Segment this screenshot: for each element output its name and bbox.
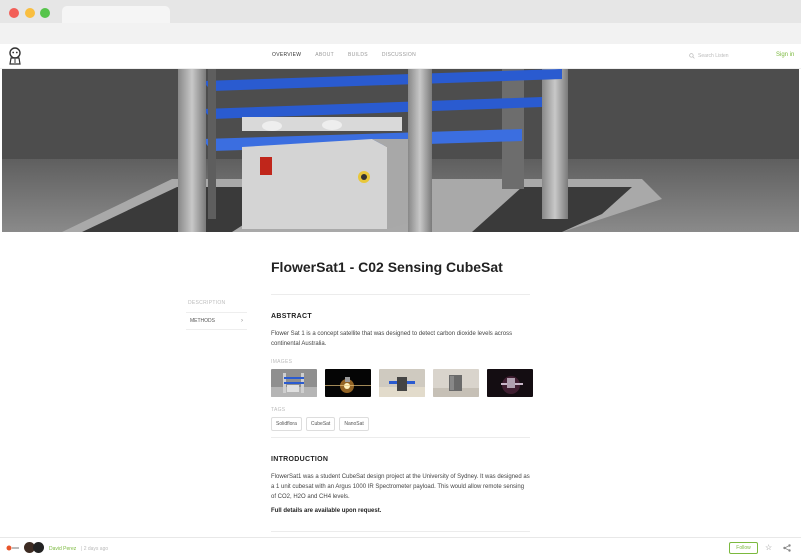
post-time: | 2 days ago xyxy=(81,546,109,552)
nav-about[interactable]: About xyxy=(315,52,334,58)
tag-list: Solidflora CubeSat NanoSat xyxy=(271,417,369,431)
divider xyxy=(271,437,530,438)
tag-solidflora[interactable]: Solidflora xyxy=(271,417,302,431)
gallery-thumbnail[interactable] xyxy=(271,369,317,397)
sign-in-link[interactable]: Sign in xyxy=(776,52,794,58)
avatar[interactable] xyxy=(33,542,44,553)
browser-chrome xyxy=(0,0,801,44)
cubesat-render-illustration xyxy=(2,69,799,232)
details-note: Full details are available upon request. xyxy=(271,508,382,514)
sidebar-heading[interactable]: Description xyxy=(188,300,225,306)
gallery-thumbnail[interactable] xyxy=(487,369,533,397)
brand-logo-icon xyxy=(6,545,19,551)
browser-toolbar xyxy=(0,23,801,44)
abstract-text: Flower Sat 1 is a concept satellite that… xyxy=(271,331,513,347)
share-icon[interactable] xyxy=(783,544,791,552)
hero-image xyxy=(2,69,799,232)
search-icon xyxy=(689,53,695,59)
site-logo-icon[interactable] xyxy=(8,47,22,65)
nav-builds[interactable]: Builds xyxy=(348,52,368,58)
nav-overview[interactable]: Overview xyxy=(272,52,301,58)
tags-label: Tags xyxy=(271,407,286,413)
introduction-heading: INTRODUCTION xyxy=(271,456,329,463)
minimize-window-button[interactable] xyxy=(25,8,35,18)
page-title: FlowerSat1 - C02 Sensing CubeSat xyxy=(271,259,503,275)
follow-button[interactable]: Follow xyxy=(729,542,758,554)
maximize-window-button[interactable] xyxy=(40,8,50,18)
browser-tab[interactable] xyxy=(62,6,170,23)
chevron-right-icon: › xyxy=(241,318,243,324)
close-window-button[interactable] xyxy=(9,8,19,18)
search-input[interactable]: Search Listen xyxy=(689,51,763,61)
divider xyxy=(271,294,530,295)
search-placeholder: Search Listen xyxy=(698,53,729,59)
site-nav: Overview About Builds Discussion Search … xyxy=(0,44,801,69)
image-gallery xyxy=(271,369,533,397)
gallery-thumbnail[interactable] xyxy=(433,369,479,397)
sidebar-item-methods[interactable]: Methods › xyxy=(186,312,247,330)
sidebar-item-label: Methods xyxy=(190,318,215,324)
introduction-text: FlowerSat1 was a student CubeSat design … xyxy=(271,474,530,500)
gallery-thumbnail[interactable] xyxy=(379,369,425,397)
tag-nanosat[interactable]: NanoSat xyxy=(339,417,369,431)
images-label: Images xyxy=(271,359,293,365)
nav-discussion[interactable]: Discussion xyxy=(382,52,416,58)
author-bar: David Perez | 2 days ago Follow ☆ xyxy=(0,537,801,558)
gallery-thumbnail[interactable] xyxy=(325,369,371,397)
star-icon[interactable]: ☆ xyxy=(765,543,772,552)
abstract-heading: ABSTRACT xyxy=(271,313,312,320)
tag-cubesat[interactable]: CubeSat xyxy=(305,417,336,431)
divider xyxy=(271,531,530,532)
author-name[interactable]: David Perez xyxy=(49,546,76,552)
